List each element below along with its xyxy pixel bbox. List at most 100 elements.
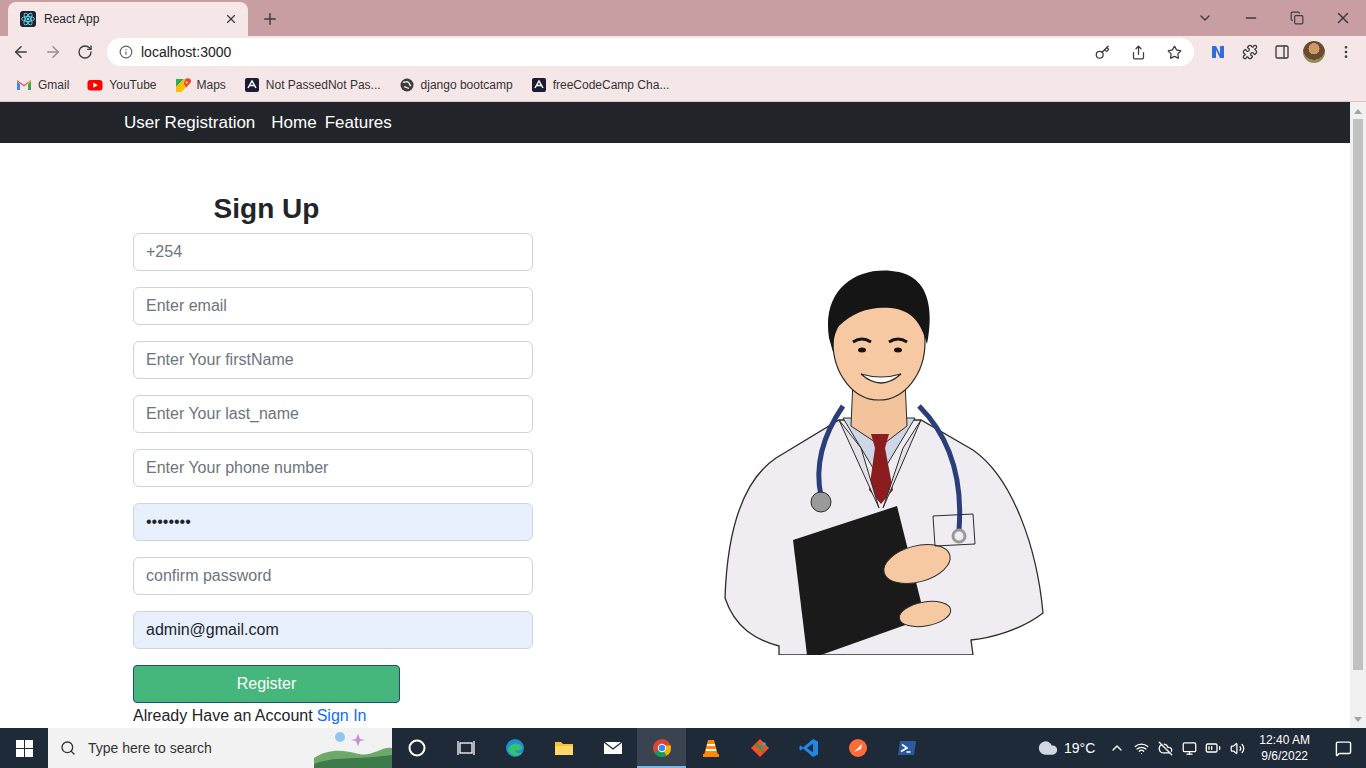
more-icon[interactable] (1338, 44, 1354, 60)
taskbar-app[interactable] (392, 728, 441, 768)
puzzle-icon[interactable] (1242, 44, 1258, 60)
bookmark[interactable]: YouTube (79, 73, 164, 97)
scroll-down-button[interactable] (1350, 711, 1366, 728)
chevron-down-icon[interactable] (1197, 10, 1213, 26)
taskbar-app[interactable] (784, 728, 833, 768)
wifi-icon[interactable] (1134, 741, 1149, 756)
restore-icon[interactable] (1290, 11, 1304, 25)
site-info-icon[interactable] (119, 45, 133, 59)
restore-button[interactable] (1274, 0, 1320, 36)
form-field[interactable] (133, 233, 533, 271)
taskbar-app[interactable] (882, 728, 931, 768)
form-field[interactable] (133, 503, 533, 541)
extensions-button[interactable] (1234, 38, 1266, 66)
clock-date[interactable]: 9/6/2022 (1261, 748, 1308, 764)
chevron-up-icon[interactable] (1109, 740, 1125, 756)
notifications-button[interactable] (1320, 728, 1366, 768)
key-icon[interactable] (1095, 45, 1110, 60)
show-hidden-icons[interactable] (1105, 728, 1129, 768)
arrow-left-icon[interactable] (12, 43, 30, 61)
volume-icon[interactable] (1230, 741, 1245, 756)
close-tab-icon[interactable] (224, 12, 238, 26)
monitor-icon[interactable] (1182, 741, 1197, 756)
scroll-up-button[interactable] (1350, 102, 1366, 119)
back-button[interactable] (5, 38, 37, 66)
share-icon[interactable] (1131, 45, 1146, 60)
bookmark[interactable]: Gmail (8, 73, 77, 97)
browser-tab[interactable]: React App (8, 2, 248, 36)
onedrive-status[interactable] (1153, 728, 1177, 768)
bookmark-label[interactable]: YouTube (109, 78, 156, 92)
extension-button[interactable] (1202, 38, 1234, 66)
close-window-button[interactable] (1320, 0, 1366, 36)
volume-status[interactable] (1225, 728, 1249, 768)
taskbar-app[interactable] (735, 728, 784, 768)
form-field[interactable] (133, 449, 533, 487)
start-button[interactable] (0, 728, 48, 768)
new-tab-button[interactable] (256, 5, 284, 33)
weather[interactable]: 19°C (1032, 738, 1105, 758)
reload-icon[interactable] (77, 44, 93, 60)
form-field[interactable] (133, 395, 533, 433)
scrollbar[interactable] (1350, 102, 1366, 728)
clock-time[interactable]: 12:40 AM (1259, 732, 1310, 748)
bookmark-star-button[interactable] (1160, 38, 1188, 66)
taskbar-app[interactable] (490, 728, 539, 768)
tab-search-button[interactable] (1182, 0, 1228, 36)
tab-title[interactable]: React App (44, 12, 216, 26)
form-field[interactable] (133, 611, 533, 649)
scroll-up-icon[interactable] (1354, 108, 1362, 114)
weather-temperature[interactable]: 19°C (1064, 740, 1095, 756)
navbar-brand[interactable]: User Registration (124, 113, 255, 133)
display-status[interactable] (1177, 728, 1201, 768)
battery-status[interactable] (1201, 728, 1225, 768)
bookmark[interactable]: freeCodeCamp Cha... (523, 73, 678, 97)
taskbar-app[interactable] (588, 728, 637, 768)
bookmark-label[interactable]: Maps (197, 78, 226, 92)
taskbar-search[interactable]: Type here to search (48, 728, 392, 768)
bookmark-label[interactable]: Not PassedNot Pas... (266, 78, 381, 92)
password-button[interactable] (1088, 38, 1116, 66)
minimize-button[interactable] (1228, 0, 1274, 36)
star-icon[interactable] (1167, 45, 1182, 60)
signin-link[interactable]: Sign In (317, 707, 367, 724)
cloud-icon[interactable] (1038, 738, 1058, 758)
nav-link[interactable]: Home (271, 113, 316, 133)
clock[interactable]: 12:40 AM9/6/2022 (1249, 732, 1320, 764)
bookmark[interactable]: Maps (167, 73, 234, 97)
forward-button[interactable] (37, 38, 69, 66)
avatar-icon[interactable] (1303, 41, 1325, 63)
form-field[interactable] (133, 287, 533, 325)
taskbar-app[interactable] (441, 728, 490, 768)
search-placeholder[interactable]: Type here to search (88, 740, 302, 756)
cloud-off-icon[interactable] (1158, 741, 1173, 756)
menu-button[interactable] (1330, 38, 1362, 66)
taskbar-app[interactable] (637, 728, 686, 768)
scroll-thumb[interactable] (1353, 119, 1363, 670)
network-status[interactable] (1129, 728, 1153, 768)
nav-link[interactable]: Features (325, 113, 392, 133)
address-text[interactable]: localhost:3000 (141, 44, 1080, 60)
form-field[interactable] (133, 557, 533, 595)
side-panel-button[interactable] (1266, 38, 1298, 66)
close-window-icon[interactable] (1334, 9, 1352, 27)
scroll-down-icon[interactable] (1354, 717, 1362, 723)
address-bar[interactable]: localhost:3000 (107, 38, 1194, 66)
bookmark-label[interactable]: freeCodeCamp Cha... (553, 78, 670, 92)
register-button[interactable]: Register (133, 665, 400, 703)
side-panel-icon[interactable] (1274, 44, 1290, 60)
taskbar-app[interactable] (539, 728, 588, 768)
reload-button[interactable] (69, 38, 101, 66)
scroll-track[interactable] (1350, 119, 1366, 711)
extension-logo-icon[interactable] (1209, 43, 1227, 61)
taskbar-app[interactable] (833, 728, 882, 768)
share-button[interactable] (1124, 38, 1152, 66)
bookmark-label[interactable]: Gmail (38, 78, 69, 92)
profile-button[interactable] (1298, 38, 1330, 66)
taskbar-app[interactable] (686, 728, 735, 768)
arrow-right-icon[interactable] (44, 43, 62, 61)
notification-icon[interactable] (1335, 740, 1352, 757)
bookmark[interactable]: django bootcamp (391, 73, 521, 97)
bookmark-label[interactable]: django bootcamp (421, 78, 513, 92)
form-field[interactable] (133, 341, 533, 379)
